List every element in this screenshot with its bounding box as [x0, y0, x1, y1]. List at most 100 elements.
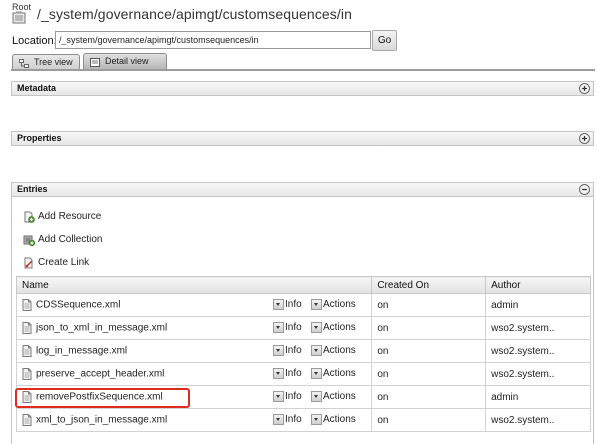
info-label: Info	[285, 299, 302, 310]
info-label: Info	[285, 345, 302, 356]
chevron-down-icon	[311, 368, 322, 379]
tree-icon	[19, 58, 29, 68]
name-cell: preserve_accept_header.xml Info Actions	[15, 362, 373, 386]
actions-dropdown[interactable]: Actions	[311, 368, 356, 379]
tab-detail-view[interactable]: Detail view	[83, 53, 167, 69]
chevron-down-icon	[311, 414, 322, 425]
chevron-down-icon	[273, 299, 284, 310]
tab-tree-view[interactable]: Tree view	[12, 54, 80, 69]
name-cell: removePostfixSequence.xml Info Actions	[15, 385, 373, 409]
table-row: preserve_accept_header.xml Info Actions on w…	[15, 362, 591, 386]
section-title: Metadata	[17, 83, 57, 93]
section-title: Properties	[17, 133, 62, 143]
info-label: Info	[285, 391, 302, 402]
name-cell: CDSSequence.xml Info Actions	[15, 293, 373, 317]
actions-dropdown[interactable]: Actions	[311, 414, 356, 425]
chevron-down-icon	[273, 391, 284, 402]
document-icon	[22, 322, 32, 334]
add-collection-label: Add Collection	[38, 234, 103, 245]
column-header-created-on[interactable]: Created On	[371, 276, 487, 294]
add-resource-label: Add Resource	[38, 211, 102, 222]
table-header-row: Name Created On Author	[15, 276, 591, 294]
document-icon	[22, 391, 32, 403]
chevron-down-icon	[273, 368, 284, 379]
actions-label: Actions	[323, 299, 356, 310]
author-cell: admin	[485, 293, 591, 317]
section-title: Entries	[17, 184, 48, 194]
info-label: Info	[285, 322, 302, 333]
info-dropdown[interactable]: Info	[273, 391, 302, 402]
created-on-cell: on	[371, 293, 487, 317]
location-input[interactable]	[55, 31, 371, 49]
document-icon	[22, 345, 32, 357]
info-dropdown[interactable]: Info	[273, 322, 302, 333]
folder-root-icon[interactable]	[12, 11, 26, 24]
chevron-down-icon	[311, 322, 322, 333]
chevron-down-icon	[311, 391, 322, 402]
table-row: CDSSequence.xml Info Actions on admin	[15, 293, 591, 317]
actions-dropdown[interactable]: Actions	[311, 322, 356, 333]
tab-label: Detail view	[105, 56, 149, 66]
entries-table: Name Created On Author CDSSequence.xml In…	[15, 276, 591, 432]
file-name-link[interactable]: json_to_xml_in_message.xml	[36, 323, 167, 334]
document-icon	[22, 368, 32, 380]
link-icon	[24, 257, 33, 269]
name-cell: log_in_message.xml Info Actions	[15, 339, 373, 363]
author-cell: wso2.system..	[485, 362, 591, 386]
table-row: log_in_message.xml Info Actions on wso2.syst…	[15, 339, 591, 363]
chevron-down-icon	[311, 299, 322, 310]
properties-section-header[interactable]: Properties	[11, 131, 594, 146]
created-on-cell: on	[371, 316, 487, 340]
created-on-cell: on	[371, 408, 487, 432]
info-label: Info	[285, 414, 302, 425]
minus-circle-icon[interactable]	[579, 184, 590, 195]
created-on-cell: on	[371, 385, 487, 409]
file-name-link[interactable]: xml_to_json_in_message.xml	[36, 415, 167, 426]
go-button[interactable]: Go	[372, 30, 397, 51]
entries-section-header[interactable]: Entries	[11, 182, 594, 197]
author-cell: wso2.system..	[485, 316, 591, 340]
location-label: Location:	[12, 35, 57, 47]
chevron-down-icon	[273, 414, 284, 425]
create-link-label: Create Link	[38, 257, 90, 268]
column-header-author[interactable]: Author	[485, 276, 591, 294]
author-cell: admin	[485, 385, 591, 409]
tab-label: Tree view	[34, 57, 73, 67]
actions-label: Actions	[323, 368, 356, 379]
detail-page-icon	[90, 57, 100, 67]
chevron-down-icon	[273, 345, 284, 356]
created-on-cell: on	[371, 339, 487, 363]
document-icon	[22, 299, 32, 311]
actions-label: Actions	[323, 391, 356, 402]
file-name-link[interactable]: preserve_accept_header.xml	[36, 369, 164, 380]
info-dropdown[interactable]: Info	[273, 299, 302, 310]
name-cell: xml_to_json_in_message.xml Info Actions	[15, 408, 373, 432]
file-name-link[interactable]: CDSSequence.xml	[36, 300, 120, 311]
table-row: removePostfixSequence.xml Info Actions on ad…	[15, 385, 591, 409]
actions-dropdown[interactable]: Actions	[311, 345, 356, 356]
info-dropdown[interactable]: Info	[273, 368, 302, 379]
author-cell: wso2.system..	[485, 408, 591, 432]
name-cell: json_to_xml_in_message.xml Info Actions	[15, 316, 373, 340]
actions-label: Actions	[323, 345, 356, 356]
page-title: /_system/governance/apimgt/customsequenc…	[37, 6, 352, 22]
actions-dropdown[interactable]: Actions	[311, 299, 356, 310]
document-icon	[22, 414, 32, 426]
plus-circle-icon[interactable]	[579, 83, 590, 94]
actions-dropdown[interactable]: Actions	[311, 391, 356, 402]
info-dropdown[interactable]: Info	[273, 345, 302, 356]
table-row: xml_to_json_in_message.xml Info Actions on w…	[15, 408, 591, 432]
plus-circle-icon[interactable]	[579, 133, 590, 144]
column-header-name[interactable]: Name	[15, 276, 373, 294]
created-on-cell: on	[371, 362, 487, 386]
metadata-section-header[interactable]: Metadata	[11, 81, 594, 96]
actions-label: Actions	[323, 322, 356, 333]
add-collection-icon	[23, 235, 35, 246]
file-name-link[interactable]: removePostfixSequence.xml	[36, 392, 163, 403]
file-name-link[interactable]: log_in_message.xml	[36, 346, 127, 357]
chevron-down-icon	[311, 345, 322, 356]
chevron-down-icon	[273, 322, 284, 333]
add-resource-icon	[24, 211, 35, 223]
table-row: json_to_xml_in_message.xml Info Actions on w…	[15, 316, 591, 340]
info-dropdown[interactable]: Info	[273, 414, 302, 425]
